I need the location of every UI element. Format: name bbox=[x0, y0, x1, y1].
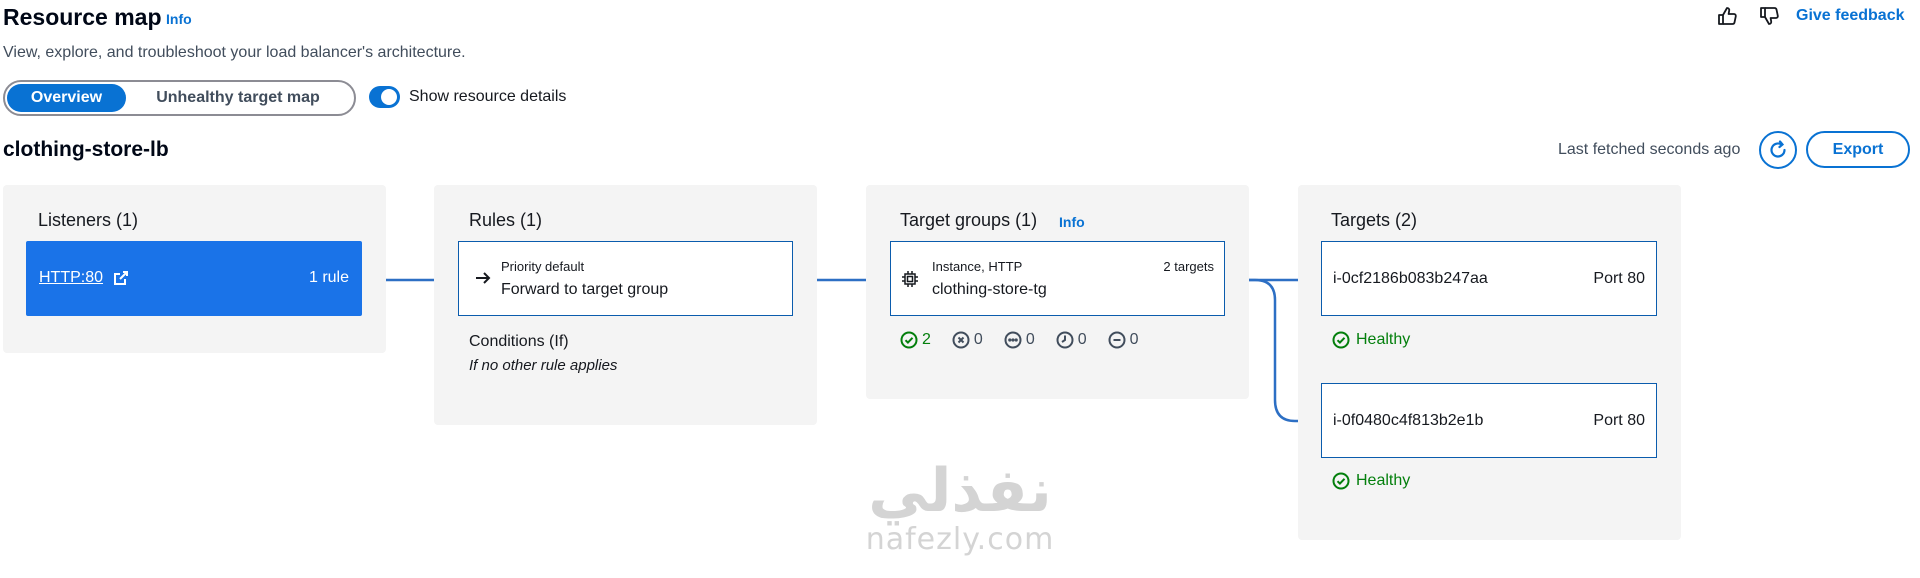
healthy-status-icon bbox=[900, 331, 918, 349]
target-group-status-counts: 2 0 0 0 0 bbox=[900, 331, 1160, 349]
watermark: نفذلي nafezly.com bbox=[845, 460, 1075, 557]
unhealthy-status-icon bbox=[952, 331, 970, 349]
rule-action: Forward to target group bbox=[501, 281, 669, 298]
healthy-status-icon bbox=[1332, 331, 1350, 349]
target-groups-info-link[interactable]: Info bbox=[1059, 214, 1085, 230]
rules-title: Rules (1) bbox=[469, 210, 543, 230]
arrow-right-icon bbox=[476, 272, 491, 284]
target-port: Port 80 bbox=[1593, 270, 1645, 287]
listener-card[interactable]: HTTP:80 1 rule bbox=[26, 241, 362, 316]
target-groups-title: Target groups (1) bbox=[900, 210, 1038, 230]
unavailable-count: 0 bbox=[1108, 331, 1139, 349]
unused-count: 0 bbox=[1004, 331, 1035, 349]
target-health-status: Healthy bbox=[1332, 472, 1410, 490]
chip-icon bbox=[902, 271, 918, 287]
draining-count: 0 bbox=[1056, 331, 1087, 349]
target-card[interactable]: i-0cf2186b083b247aa Port 80 bbox=[1321, 241, 1657, 316]
target-group-name: clothing-store-tg bbox=[932, 281, 1047, 298]
healthy-count: 2 bbox=[900, 331, 931, 349]
conditions-text: If no other rule applies bbox=[469, 357, 618, 374]
target-health-status: Healthy bbox=[1332, 331, 1410, 349]
target-group-type: Instance, HTTP bbox=[932, 259, 1023, 274]
healthy-status-icon bbox=[1332, 472, 1350, 490]
conditions-title: Conditions (If) bbox=[469, 333, 569, 350]
listener-link[interactable]: HTTP:80 bbox=[39, 269, 103, 287]
target-group-target-count: 2 targets bbox=[1163, 259, 1214, 274]
watermark-latin: nafezly.com bbox=[865, 522, 1055, 557]
target-group-card[interactable]: Instance, HTTP 2 targets clothing-store-… bbox=[890, 241, 1225, 316]
target-port: Port 80 bbox=[1593, 412, 1645, 429]
unhealthy-count: 0 bbox=[952, 331, 983, 349]
target-id: i-0f0480c4f813b2e1b bbox=[1333, 412, 1484, 429]
rule-card[interactable]: Priority default Forward to target group bbox=[458, 241, 793, 316]
rule-priority: Priority default bbox=[501, 259, 585, 274]
external-link-icon bbox=[114, 271, 128, 285]
targets-title: Targets (2) bbox=[1331, 210, 1418, 230]
unavailable-status-icon bbox=[1108, 331, 1126, 349]
listeners-title: Listeners (1) bbox=[38, 210, 139, 230]
listener-rule-count: 1 rule bbox=[308, 269, 349, 286]
draining-status-icon bbox=[1056, 331, 1074, 349]
watermark-arabic: نفذلي bbox=[868, 456, 1052, 526]
target-id: i-0cf2186b083b247aa bbox=[1333, 270, 1488, 287]
target-card[interactable]: i-0f0480c4f813b2e1b Port 80 bbox=[1321, 383, 1657, 458]
unused-status-icon bbox=[1004, 331, 1022, 349]
